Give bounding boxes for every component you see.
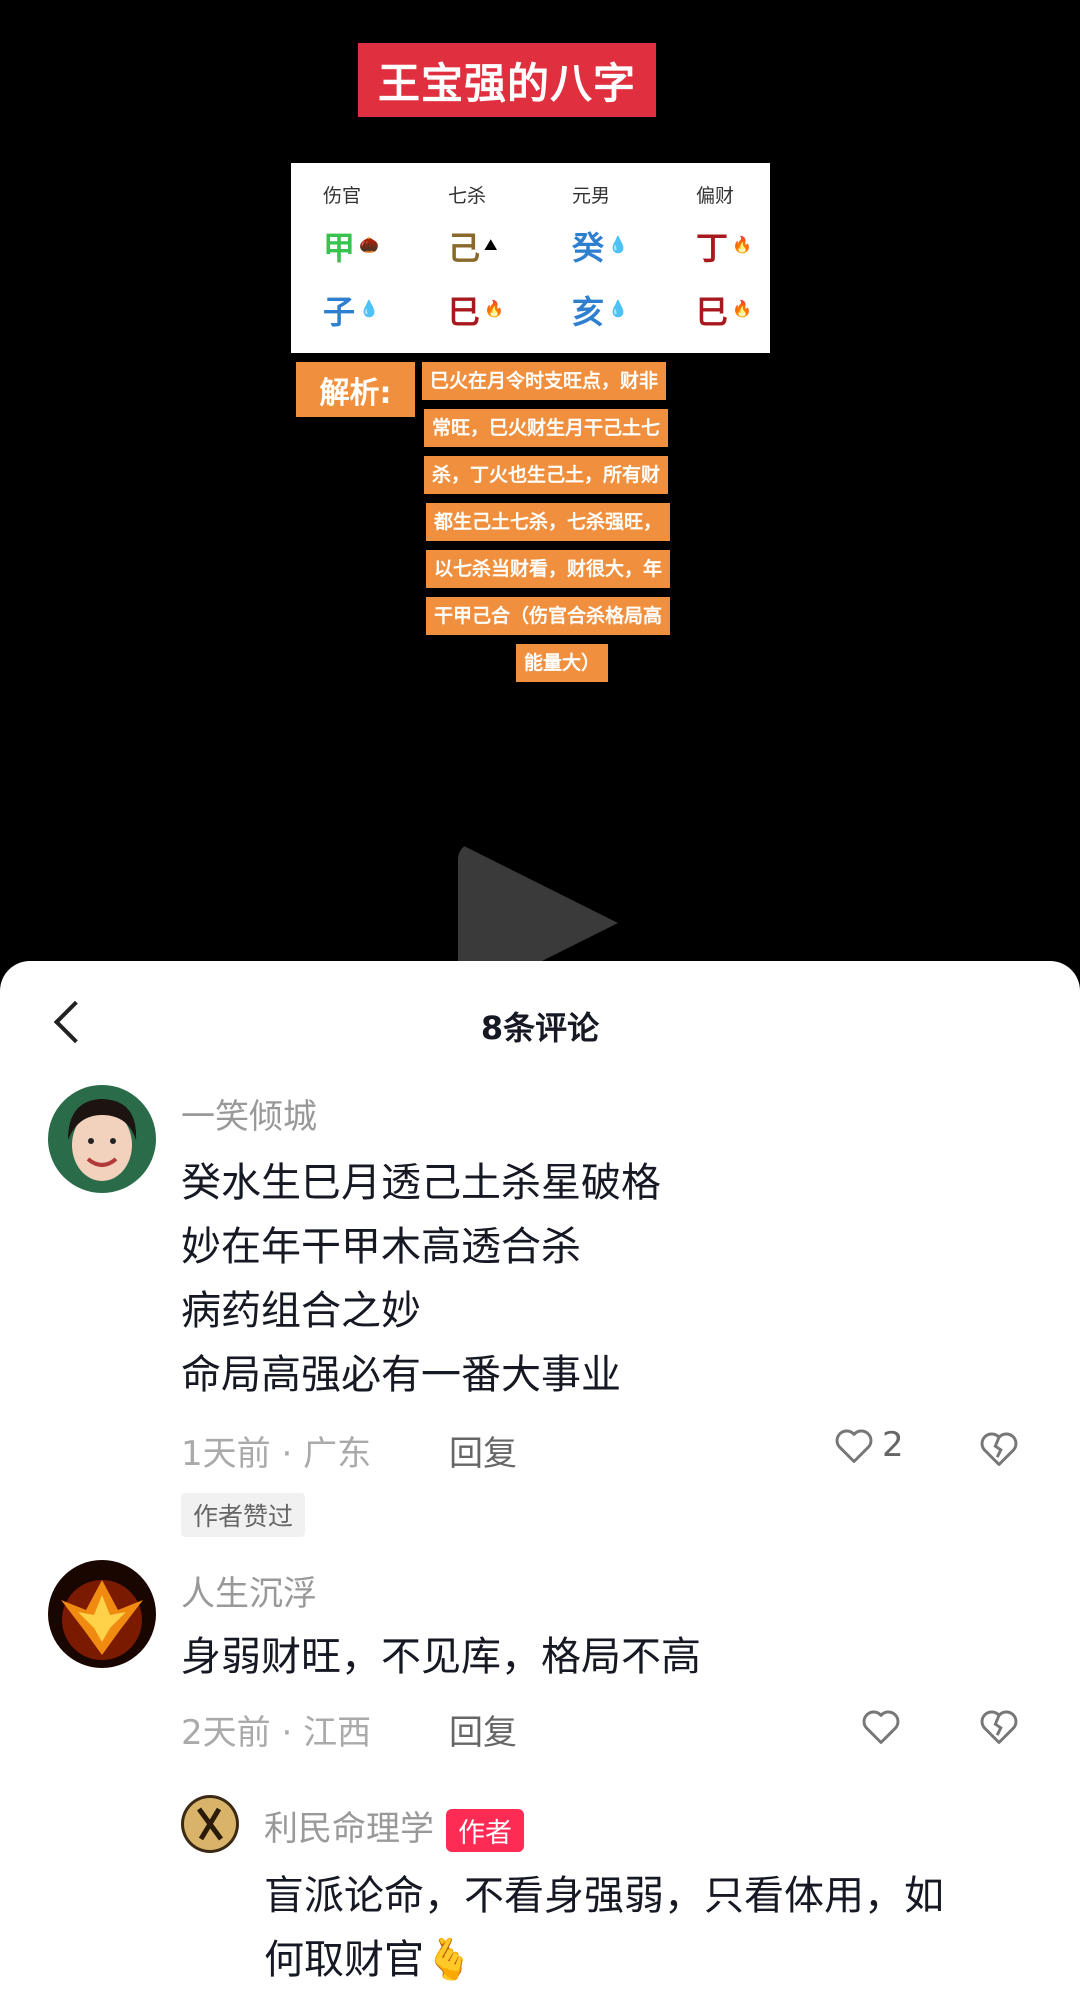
comment-text: 妙在年干甲木高透合杀 <box>181 1224 581 1270</box>
bazi-header: 七杀 <box>448 185 487 207</box>
bazi-stem: 甲 <box>323 229 356 267</box>
comment-time: 1天前 <box>181 1434 271 1474</box>
water-icon: 💧 <box>608 235 628 254</box>
bazi-stem: 癸 <box>572 229 605 267</box>
comment-location: 广东 <box>303 1434 372 1474</box>
heart-icon <box>835 1429 873 1463</box>
comment-meta: 2天前 · 江西 <box>181 1713 372 1753</box>
avatar[interactable] <box>48 1085 156 1193</box>
like-button[interactable]: 2 <box>832 1423 904 1467</box>
avatar[interactable] <box>181 1795 239 1853</box>
like-count: 2 <box>882 1425 904 1465</box>
fire-icon: 🔥 <box>732 299 752 318</box>
heart-icon <box>862 1710 900 1744</box>
author-badge: 作者 <box>446 1809 524 1852</box>
fire-icon: 🔥 <box>732 235 752 254</box>
comment-text: 命局高强必有一番大事业 <box>181 1352 621 1398</box>
reply-text: 盲派论命，不看身强弱，只看体用，如 <box>264 1873 944 1919</box>
reply-button[interactable]: 回复 <box>449 1426 517 1475</box>
fire-icon: 🔥 <box>484 299 504 318</box>
bazi-header: 偏财 <box>696 185 735 207</box>
comments-count-title: 8条评论 <box>480 1009 600 1047</box>
avatar[interactable] <box>48 1560 156 1668</box>
comment-text: 身弱财旺，不见库，格局不高 <box>181 1634 701 1680</box>
bazi-branch: 亥 <box>572 293 605 331</box>
video-title: 王宝强的八字 <box>358 43 656 117</box>
water-icon: 💧 <box>359 299 379 318</box>
play-icon[interactable] <box>458 843 618 965</box>
reply-button[interactable]: 回复 <box>449 1705 517 1754</box>
analysis-line: 能量大） <box>516 644 609 682</box>
comment-meta: 1天前 · 广东 <box>181 1434 372 1474</box>
comment-username[interactable]: 一笑倾城 <box>181 1089 317 1138</box>
bazi-header: 伤官 <box>323 185 362 207</box>
bazi-chart: 伤官 甲 🌰 子 💧 七杀 己 ⛰ 巳 🔥 元男 癸 💧 亥 💧 偏财 丁 🔥 … <box>291 163 770 353</box>
analysis-line: 干甲己合（伤官合杀格局高 <box>426 597 671 635</box>
reply-text: 何取财官🫰 <box>264 1937 474 1983</box>
reply-username[interactable]: 利民命理学 <box>264 1809 434 1849</box>
like-button[interactable] <box>859 1704 903 1752</box>
comment-location: 江西 <box>303 1713 372 1753</box>
video-player[interactable]: 王宝强的八字 伤官 甲 🌰 子 💧 七杀 己 ⛰ 巳 🔥 元男 癸 💧 亥 💧 … <box>0 0 1080 965</box>
broken-heart-icon[interactable] <box>977 1704 1021 1752</box>
comment-text: 癸水生巳月透己土杀星破格 <box>181 1160 661 1206</box>
earth-icon: 🌰 <box>359 235 379 254</box>
bazi-branch: 子 <box>323 293 356 331</box>
reply-header: 利民命理学 作者 <box>264 1801 524 1852</box>
bazi-branch: 巳 <box>696 293 729 331</box>
earth-icon: ⛰ <box>484 235 498 254</box>
bazi-header: 元男 <box>572 185 611 207</box>
bazi-stem: 丁 <box>696 229 729 267</box>
analysis-line: 以七杀当财看，财很大，年 <box>426 550 671 588</box>
analysis-label: 解析: <box>296 362 415 417</box>
broken-heart-icon[interactable] <box>977 1426 1021 1474</box>
bazi-branch: 巳 <box>448 293 481 331</box>
author-liked-tag: 作者赞过 <box>181 1493 306 1537</box>
comment-time: 2天前 <box>181 1713 271 1753</box>
analysis-line: 杀，丁火也生己土，所有财 <box>424 456 669 494</box>
bazi-stem: 己 <box>448 229 481 267</box>
comments-sheet: 8条评论 一笑倾城 癸水生巳月透己土杀星破格 妙在年干甲木高透合杀 病药组合之妙… <box>0 961 1080 2015</box>
analysis-line: 常旺，巳火财生月干己土七 <box>424 409 669 447</box>
analysis-line: 都生己土七杀，七杀强旺， <box>426 503 671 541</box>
analysis-line: 巳火在月令时支旺点，财非 <box>422 362 667 400</box>
water-icon: 💧 <box>608 299 628 318</box>
comment-username[interactable]: 人生沉浮 <box>181 1566 317 1615</box>
comment-text: 病药组合之妙 <box>181 1288 421 1334</box>
